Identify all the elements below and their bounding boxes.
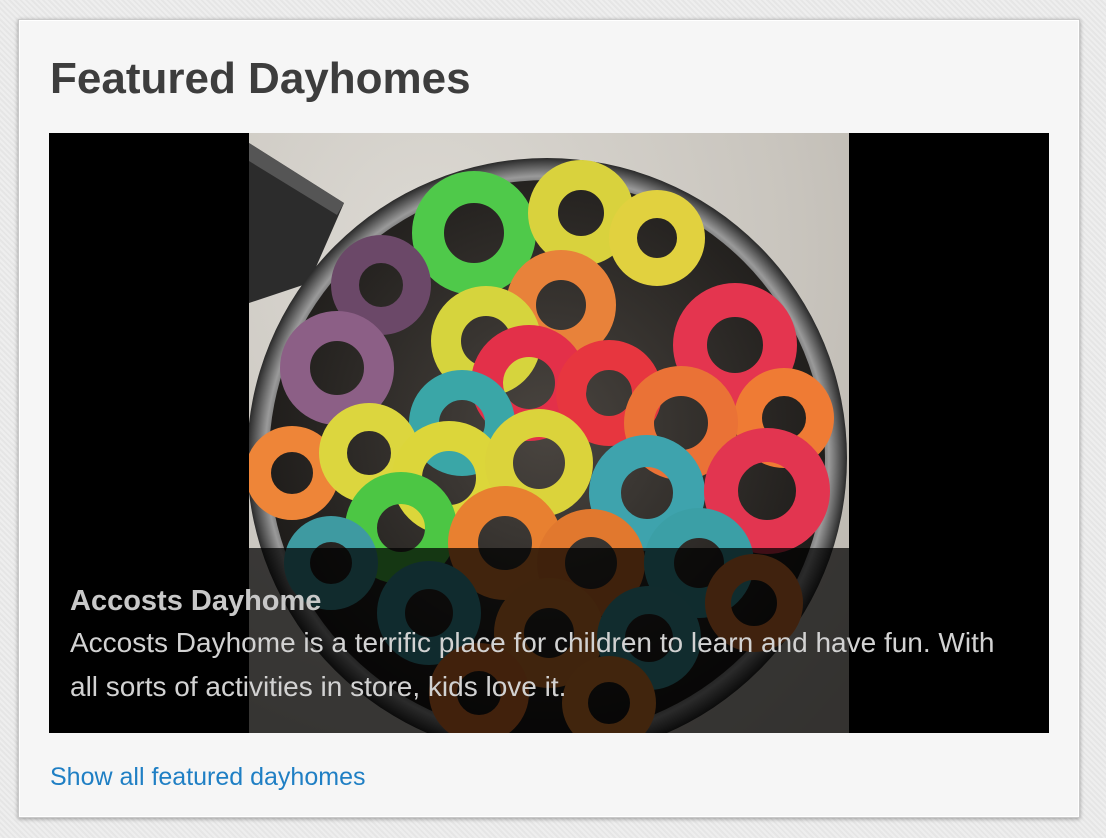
featured-dayhomes-widget: Featured Dayhomes Accosts Dayhome Accost… — [18, 19, 1080, 818]
widget-title: Featured Dayhomes — [50, 54, 471, 103]
caption-description: Accosts Dayhome is a terrific place for … — [70, 627, 995, 702]
caption-title[interactable]: Accosts Dayhome — [70, 584, 321, 618]
slide-caption: Accosts Dayhome Accosts Dayhome is a ter… — [49, 548, 1049, 733]
featured-slider[interactable]: Accosts Dayhome Accosts Dayhome is a ter… — [49, 133, 1049, 733]
show-all-featured-link[interactable]: Show all featured dayhomes — [50, 761, 365, 793]
